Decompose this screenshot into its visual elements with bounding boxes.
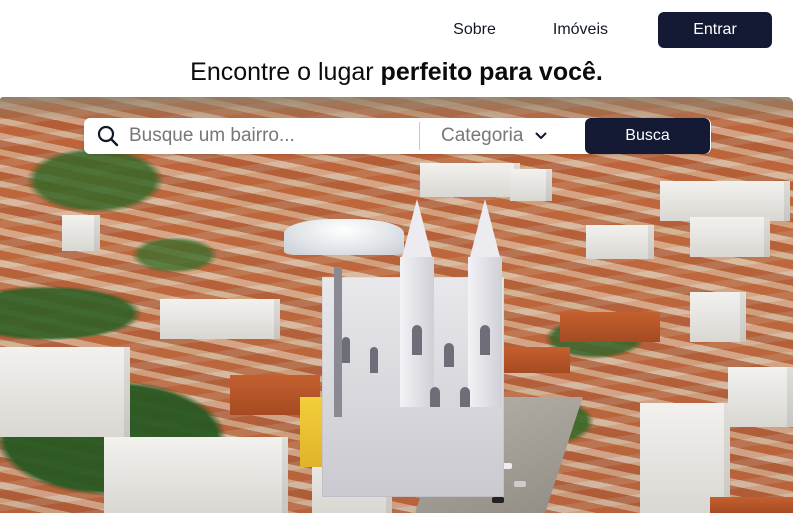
building	[62, 215, 100, 251]
stadium-roof	[284, 219, 404, 255]
door-arch	[430, 387, 440, 407]
building	[420, 163, 520, 197]
car	[492, 497, 504, 503]
headline-prefix: Encontre o lugar	[190, 58, 381, 86]
landing-page: Sobre Imóveis Entrar Encontre o lugar pe…	[0, 0, 793, 513]
page-headline: Encontre o lugar perfeito para você.	[0, 58, 793, 87]
building	[510, 169, 552, 201]
hero-horizon	[0, 97, 793, 119]
login-button[interactable]: Entrar	[658, 12, 772, 48]
rooftop	[500, 347, 570, 373]
cathedral-spire-left	[402, 199, 432, 257]
building	[690, 292, 746, 342]
rooftop	[710, 497, 793, 513]
nav-link-about[interactable]: Sobre	[453, 21, 496, 39]
car	[514, 481, 526, 487]
category-select[interactable]: Categoria	[441, 118, 547, 154]
building	[728, 367, 793, 427]
search-icon	[96, 124, 120, 148]
hero-city-photo	[0, 97, 793, 513]
window-arch	[412, 325, 422, 355]
chevron-down-icon	[535, 130, 547, 142]
search-submit-button[interactable]: Busca	[585, 118, 710, 154]
cathedral-spire-right	[470, 199, 500, 257]
building	[586, 225, 654, 259]
nav-link-properties[interactable]: Imóveis	[553, 21, 608, 39]
antenna-tower	[334, 267, 342, 417]
window-arch	[370, 347, 378, 373]
window-arch	[342, 337, 350, 363]
neighborhood-search-input[interactable]	[129, 125, 415, 147]
headline-emphasis: perfeito para você.	[380, 58, 603, 86]
building	[660, 181, 790, 221]
building	[104, 437, 288, 513]
rooftop	[560, 312, 660, 342]
top-navigation: Sobre Imóveis Entrar	[453, 12, 772, 48]
search-divider	[419, 122, 420, 150]
window-arch	[480, 325, 490, 355]
door-arch	[460, 387, 470, 407]
window-arch	[444, 343, 454, 367]
category-label: Categoria	[441, 125, 524, 146]
building	[0, 347, 130, 437]
building	[160, 299, 280, 339]
building	[690, 217, 770, 257]
search-bar: Categoria Busca	[84, 118, 711, 154]
